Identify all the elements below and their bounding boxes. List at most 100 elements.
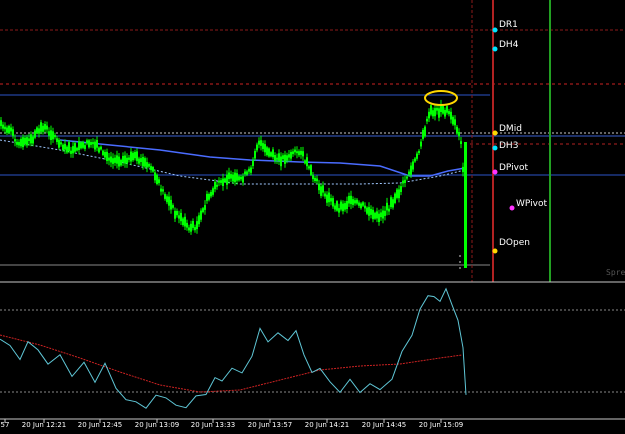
dh3-marker [492,145,498,151]
candle-body [24,137,26,145]
candle-body [144,158,146,167]
x-tick-label: 20 Jun 13:57 [247,421,293,429]
candle-body [174,210,176,219]
x-tick-label: 20 Jun 15:09 [418,421,464,429]
dh3-label: DH3 [499,141,519,151]
dh4-marker [492,46,498,52]
candle-body [138,158,140,164]
candle-body [408,171,410,175]
candle-body [142,157,144,167]
candle-body [288,154,290,158]
candle-body [330,198,332,202]
candle-body [334,205,336,210]
candle-body [80,142,82,149]
candle-body [158,179,160,184]
candle-body [2,124,4,129]
candle-body [50,130,52,140]
candle-body [360,203,362,209]
candle-body [252,160,254,166]
x-tick-label: 20 Jun 12:45 [77,421,123,429]
candle-body [58,139,60,148]
candle-body [56,138,58,142]
candle-body [130,151,132,162]
candle-body [72,146,74,154]
candle-body [428,111,430,119]
candle-body [120,159,122,166]
candle-body [458,132,460,137]
candle-body [358,202,360,206]
candle-body [4,126,6,130]
candle-body [178,215,180,219]
candle-body [276,157,278,160]
candle-body [30,134,32,144]
candle-body [292,151,294,155]
candle-body [450,111,452,120]
x-tick-label: 57 [0,421,10,429]
candle-body [304,160,306,164]
candle-body [68,142,70,152]
candle-body [366,207,368,214]
candle-body [150,166,152,171]
candle-body [180,212,182,222]
candle-body [402,180,404,184]
x-tick-label: 20 Jun 12:21 [21,421,67,429]
candle-body [436,107,438,111]
candle-body [116,155,118,164]
candle-body [368,207,370,216]
candle-body [96,140,98,148]
candle-body [406,176,408,179]
candle-body [374,212,376,219]
candle-body [320,186,322,196]
candle-body [140,158,142,162]
candle-body [460,141,462,144]
candle-body [206,193,208,201]
candle-body [298,151,300,156]
candle-body [222,178,224,186]
candle-body [432,110,434,117]
candle-body [250,167,252,173]
candle-body [194,227,196,231]
candle-body [230,174,232,179]
candle-body [266,147,268,156]
x-tick-label: 20 Jun 13:09 [134,421,180,429]
candle-body [166,196,168,203]
dpivot-label: DPivot [499,163,529,173]
price-chart[interactable] [0,0,625,434]
candle-body [186,222,188,228]
candle-body [438,108,440,118]
candle-body [42,125,44,132]
candle-body [282,155,284,160]
candle-body [412,161,414,170]
candle-body [416,153,418,159]
candle-body [198,215,200,225]
candle-body [448,111,450,115]
candle-body [216,184,218,187]
candle-body [322,185,324,193]
candle-body [418,151,420,153]
candle-body [196,221,198,230]
x-tick-label: 20 Jun 13:33 [190,421,236,429]
candle-body [112,158,114,164]
candle-body [342,203,344,212]
dr1-marker [492,27,498,33]
candle-body [280,156,282,167]
candle-body [456,126,458,134]
candle-body [100,146,102,150]
x-tick-label: 20 Jun 14:45 [361,421,407,429]
candle-body [104,152,106,158]
candle-body [362,202,364,206]
candle-body [430,105,432,115]
candle-body [88,140,90,148]
candle-body [354,200,356,204]
candle-body [36,127,38,134]
candle-body [226,174,228,185]
candle-body [338,208,340,213]
candle-body [110,156,112,163]
candle-body [274,155,276,161]
candle-body [312,175,314,180]
candle-body [270,152,272,157]
candle-body [240,176,242,180]
candle-body [90,142,92,145]
candle-body [14,139,16,142]
candle-body [200,210,202,220]
